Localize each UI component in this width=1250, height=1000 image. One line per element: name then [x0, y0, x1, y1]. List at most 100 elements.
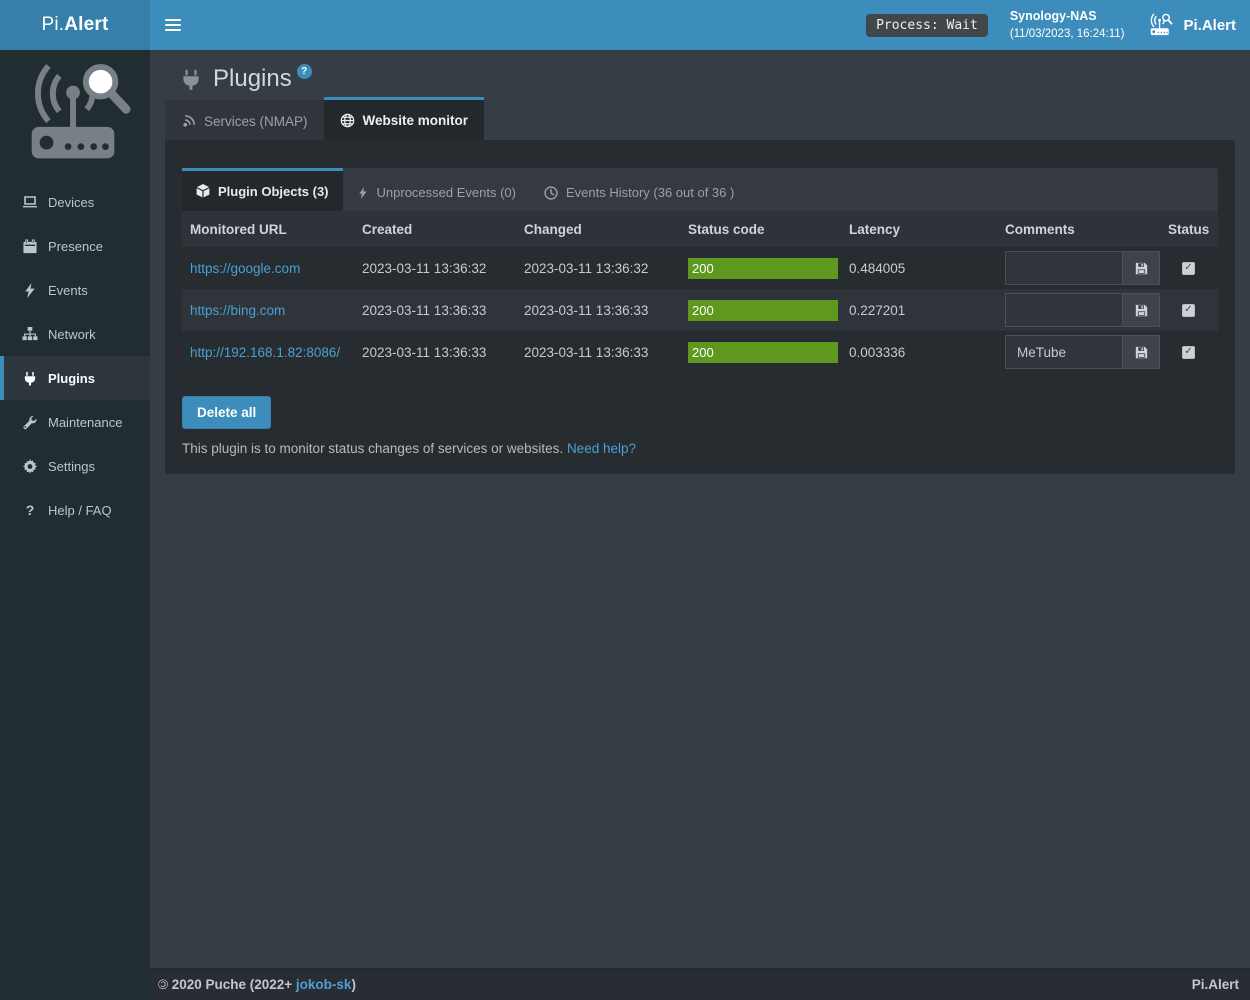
sidebar-item-label: Network — [48, 327, 96, 342]
delete-all-button[interactable]: Delete all — [182, 396, 271, 429]
col-created: Created — [354, 211, 516, 247]
sidebar-item-label: Help / FAQ — [48, 503, 112, 518]
tab-label: Plugin Objects (3) — [218, 184, 329, 199]
sidebar-item-label: Settings — [48, 459, 95, 474]
save-comment-button[interactable] — [1122, 335, 1160, 369]
plugin-tabs: Services (NMAP) Website monitor — [165, 97, 1250, 140]
sidebar-item-label: Events — [48, 283, 88, 298]
created-cell: 2023-03-11 13:36:33 — [354, 331, 516, 373]
created-cell: 2023-03-11 13:36:32 — [354, 247, 516, 289]
plug-icon — [180, 68, 202, 91]
sidebar-toggle-icon[interactable] — [150, 0, 196, 50]
comment-input[interactable] — [1005, 335, 1122, 369]
col-status: Status — [1160, 211, 1218, 247]
status-checkbox[interactable]: ✓ — [1182, 262, 1195, 275]
brand-bold: Alert — [64, 14, 108, 36]
sidebar-item-label: Devices — [48, 195, 94, 210]
tab-label: Website monitor — [363, 113, 469, 128]
jokob-sk-link[interactable]: jokob-sk — [296, 977, 352, 992]
tab-plugin-objects[interactable]: Plugin Objects (3) — [182, 168, 343, 211]
tab-unprocessed-events[interactable]: Unprocessed Events (0) — [343, 171, 530, 211]
navbar-right: Process: Wait Synology-NAS (11/03/2023, … — [866, 8, 1250, 42]
brand-pre: Pi. — [41, 14, 64, 36]
laptop-icon — [22, 194, 38, 210]
monitored-urls-table: Monitored URL Created Changed Status cod… — [182, 211, 1218, 373]
sidebar-menu: Devices Presence Events Network Plugins … — [0, 180, 150, 532]
router-scan-icon — [1146, 13, 1174, 37]
brand-logo[interactable]: Pi.Alert — [0, 0, 150, 50]
created-cell: 2023-03-11 13:36:33 — [354, 289, 516, 331]
status-code-bar: 200 — [688, 342, 838, 363]
plugin-description: This plugin is to monitor status changes… — [165, 429, 1235, 456]
wrench-icon — [22, 415, 38, 430]
sidebar-item-devices[interactable]: Devices — [0, 180, 150, 224]
latency-cell: 0.003336 — [841, 331, 997, 373]
main-content: Plugins ? Services (NMAP) Website monito… — [150, 50, 1250, 968]
col-status-code: Status code — [680, 211, 841, 247]
monitored-url-link[interactable]: https://bing.com — [190, 303, 285, 318]
calendar-icon — [22, 239, 38, 254]
sidebar: Devices Presence Events Network Plugins … — [0, 50, 150, 1000]
sidebar-item-network[interactable]: Network — [0, 312, 150, 356]
device-timestamp: (11/03/2023, 16:24:11) — [1010, 26, 1125, 42]
bolt-icon — [357, 186, 369, 200]
tab-events-history[interactable]: Events History (36 out of 36 ) — [530, 171, 748, 211]
device-name: Synology-NAS — [1010, 8, 1125, 26]
floppy-save-icon — [1135, 304, 1148, 317]
need-help-link[interactable]: Need help? — [567, 441, 636, 456]
sidebar-item-plugins[interactable]: Plugins — [0, 356, 150, 400]
footer-credit-text: 2020 Puche (2022+ — [168, 977, 296, 992]
save-comment-button[interactable] — [1122, 251, 1160, 285]
tab-services-nmap[interactable]: Services (NMAP) — [165, 100, 324, 140]
col-latency: Latency — [841, 211, 997, 247]
sidebar-item-help[interactable]: ? Help / FAQ — [0, 488, 150, 532]
footer-credit-close: ) — [351, 977, 356, 992]
top-header: Pi.Alert Process: Wait Synology-NAS (11/… — [0, 0, 1250, 50]
footer-app-name: Pi.Alert — [1192, 977, 1239, 992]
process-status-badge: Process: Wait — [866, 14, 988, 37]
status-code-bar: 200 — [688, 258, 838, 279]
monitored-url-link[interactable]: https://google.com — [190, 261, 300, 276]
tab-label: Events History (36 out of 36 ) — [566, 185, 734, 200]
sidebar-item-label: Plugins — [48, 371, 95, 386]
sidebar-item-presence[interactable]: Presence — [0, 224, 150, 268]
col-comments: Comments — [997, 211, 1160, 247]
col-monitored-url: Monitored URL — [182, 211, 354, 247]
page-title: Plugins — [213, 65, 292, 93]
page-header: Plugins ? — [150, 50, 1250, 97]
sidebar-item-events[interactable]: Events — [0, 268, 150, 312]
app-name: Pi.Alert — [1183, 17, 1236, 34]
question-icon: ? — [22, 502, 38, 518]
table-row: http://192.168.1.82:8086/ 2023-03-11 13:… — [182, 331, 1218, 373]
table-row: https://google.com 2023-03-11 13:36:32 2… — [182, 247, 1218, 289]
device-info: Synology-NAS (11/03/2023, 16:24:11) — [1010, 8, 1125, 42]
status-checkbox[interactable]: ✓ — [1182, 304, 1195, 317]
floppy-save-icon — [1135, 262, 1148, 275]
plug-icon — [22, 371, 38, 386]
footer: © 2020 Puche (2022+ jokob-sk) Pi.Alert — [150, 968, 1250, 1000]
sidebar-item-settings[interactable]: Settings — [0, 444, 150, 488]
tab-website-monitor[interactable]: Website monitor — [324, 97, 485, 140]
latency-cell: 0.484005 — [841, 247, 997, 289]
sidebar-item-label: Presence — [48, 239, 103, 254]
latency-cell: 0.227201 — [841, 289, 997, 331]
gear-icon — [22, 459, 38, 474]
changed-cell: 2023-03-11 13:36:33 — [516, 331, 680, 373]
app-chip[interactable]: Pi.Alert — [1146, 13, 1236, 37]
status-checkbox[interactable]: ✓ — [1182, 346, 1195, 359]
website-monitor-panel: Plugin Objects (3) Unprocessed Events (0… — [165, 140, 1235, 474]
page-help-badge[interactable]: ? — [297, 64, 312, 79]
table-header-row: Monitored URL Created Changed Status cod… — [182, 211, 1218, 247]
sitemap-icon — [22, 327, 38, 342]
changed-cell: 2023-03-11 13:36:33 — [516, 289, 680, 331]
comment-input[interactable] — [1005, 293, 1122, 327]
save-comment-button[interactable] — [1122, 293, 1160, 327]
sidebar-item-maintenance[interactable]: Maintenance — [0, 400, 150, 444]
monitored-url-link[interactable]: http://192.168.1.82:8086/ — [190, 345, 340, 360]
bolt-icon — [22, 283, 38, 298]
tab-label: Services (NMAP) — [204, 114, 308, 129]
copyleft-icon: © — [158, 977, 168, 992]
scan-icon — [181, 114, 196, 129]
comment-input[interactable] — [1005, 251, 1122, 285]
plugin-description-text: This plugin is to monitor status changes… — [182, 441, 563, 456]
